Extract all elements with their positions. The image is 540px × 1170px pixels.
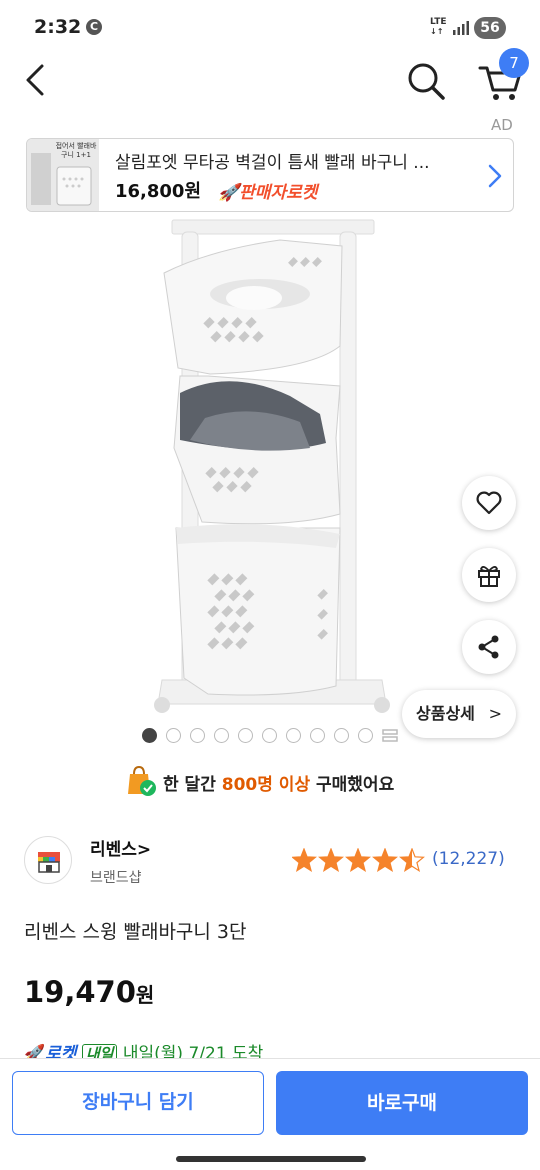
chevron-right-icon [488,164,502,188]
network-lte-icon: LTE ↓↑ [430,17,447,37]
notification-icon: C [86,19,102,35]
purchase-suffix: 구매했어요 [310,775,395,795]
rating-star-icon [292,848,317,873]
ad-label: AD [491,116,513,134]
wishlist-button[interactable] [462,476,516,530]
carousel-dot[interactable] [262,728,277,743]
product-detail-button[interactable]: 상품상세 > [402,690,516,738]
gift-icon [478,566,500,587]
chevron-right-icon: > [488,704,502,723]
search-icon [408,63,445,100]
search-button[interactable] [405,60,447,102]
carousel-dot[interactable] [238,728,253,743]
share-button[interactable] [462,620,516,674]
seller-name-link[interactable]: 리벤스> [90,835,151,860]
rating-star-icon [399,848,425,873]
purchase-prefix: 한 달간 [163,775,222,795]
battery-indicator: 56 [474,17,506,39]
rating-star-icon [318,848,344,873]
purchase-highlight: 800명 이상 [221,775,311,795]
carousel-dot[interactable] [358,728,373,743]
back-button[interactable] [20,62,54,98]
product-detail-label: 상품상세 [416,704,475,723]
carousel-dot[interactable] [190,728,205,743]
ad-title[interactable]: 살림포엣 무타공 벽걸이 틈새 빨래 바구니 ... [115,148,470,173]
rating-stars [292,848,425,873]
heart-icon [476,491,502,515]
grid-view-icon[interactable] [382,728,398,744]
cart-count-badge: 7 [499,48,529,78]
shopping-bag-icon [128,765,156,796]
ad-badge-label: 판매자로켓 [239,183,318,203]
carousel-dot[interactable] [166,728,181,743]
ad-seller-rocket-badge: 🚀판매자로켓 [218,178,317,203]
gift-button[interactable] [462,548,516,602]
ad-thumbnail: 접어서 빨래바구니 1+1 [27,139,99,211]
rocket-icon: 🚀 [218,183,240,203]
rating-star-icon [372,848,398,873]
product-name: 리벤스 스윙 빨래바구니 3단 [24,921,247,943]
home-indicator[interactable] [176,1156,366,1162]
product-image[interactable] [150,218,395,718]
basket-thumbnail-icon [31,153,92,206]
store-icon [38,852,60,873]
product-price: 19,470원 [24,975,154,1009]
share-icon [478,635,499,659]
rating-star-icon [345,848,371,873]
review-count-link[interactable]: (12,227) [432,849,505,869]
signal-icon [453,21,469,35]
seller-logo[interactable] [24,836,72,884]
seller-type: 브랜드샵 [90,870,142,886]
add-to-cart-button[interactable]: 장바구니 담기 [12,1071,264,1135]
buy-now-button[interactable]: 바로구매 [276,1071,528,1135]
price-unit: 원 [135,983,155,1007]
carousel-dot[interactable] [214,728,229,743]
carousel-dot[interactable] [286,728,301,743]
status-time: 2:32 [34,16,82,38]
purchase-count-text: 한 달간 800명 이상 구매했어요 [163,770,394,795]
carousel-dot[interactable] [334,728,349,743]
ad-price: 16,800원 [115,181,202,202]
carousel-dot[interactable] [142,728,157,743]
network-label: LTE [430,17,447,27]
carousel-dot[interactable] [310,728,325,743]
chevron-left-icon [26,64,44,96]
price-value: 19,470 [24,975,136,1009]
